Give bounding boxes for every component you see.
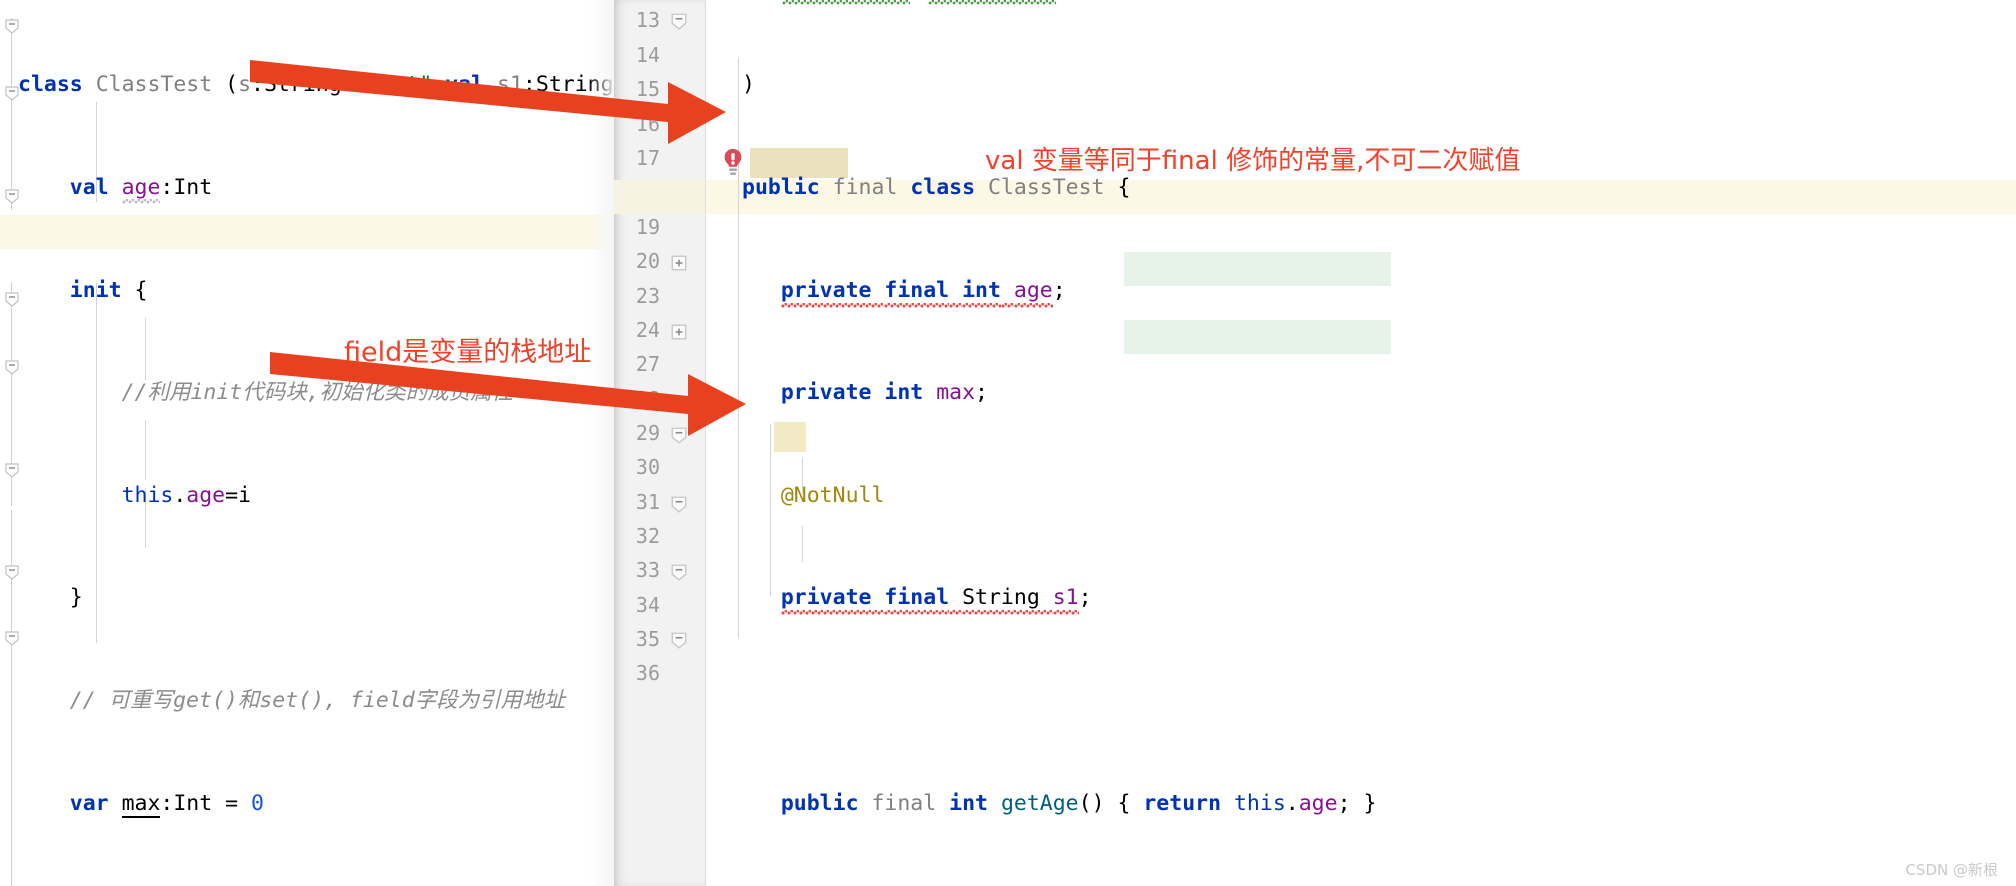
error-bulb-icon[interactable] [720, 148, 746, 182]
fold-expand-icon[interactable] [670, 323, 688, 341]
code-line: ) [742, 72, 755, 98]
pane-edge-shadow [588, 0, 614, 886]
indent-guide [738, 58, 739, 638]
ide-screenshot: class ClassTest (s:String="test",val s1:… [0, 0, 2016, 886]
kotlin-editor-pane[interactable]: class ClassTest (s:String="test",val s1:… [0, 0, 614, 886]
code-line: this.age=i [121, 482, 252, 508]
code-line: //利用init代码块,初始化类的成员属性 [121, 380, 514, 406]
fold-collapse-icon[interactable] [670, 12, 688, 30]
code-line: val age:Int [18, 171, 614, 205]
code-line-annotation: @NotNull [780, 482, 885, 508]
warning-squiggle-top [782, 0, 910, 5]
code-line: private final int age; [742, 274, 2016, 308]
fold-guide-line-4 [11, 366, 12, 506]
java-gutter[interactable]: 13 14 15 16 17 18 19 20 23 24 27 28 29 3… [614, 0, 706, 886]
java-editor-pane[interactable]: ) public final class ClassTest { private… [706, 0, 2016, 886]
code-line: private final String s1; [742, 581, 2016, 615]
fold-guide-line-6 [11, 640, 12, 886]
code-line-comment: // 可重写get()和set(), field字段为引用地址 [69, 687, 566, 713]
warning-squiggle-top [928, 0, 1056, 5]
fold-collapse-icon[interactable] [670, 426, 688, 444]
kotlin-code-block[interactable]: class ClassTest (s:String="test",val s1:… [18, 0, 614, 886]
fold-collapse-icon[interactable] [670, 563, 688, 581]
annotation-note-field-stack: field是变量的栈地址 [344, 337, 592, 368]
annotation-note-val-final: val 变量等同于final 修饰的常量,不可二次赋值 [985, 146, 1521, 176]
watermark: CSDN @新根 [1905, 861, 1998, 879]
code-line: public final int getAge() { return this.… [780, 790, 1377, 816]
gutter-line-highlight [614, 180, 706, 214]
code-line: class ClassTest (s:String="test",val s1:… [18, 72, 614, 98]
java-code-block[interactable]: ) public final class ClassTest { private… [742, 0, 2016, 886]
code-line: } [69, 585, 83, 611]
code-line: private int max; [780, 380, 988, 406]
fold-expand-icon[interactable] [670, 254, 688, 272]
code-line: var max:Int = 0 [69, 790, 264, 818]
fold-collapse-icon[interactable] [670, 495, 688, 513]
code-line: init { [69, 277, 148, 303]
fold-collapse-icon[interactable] [670, 631, 688, 649]
